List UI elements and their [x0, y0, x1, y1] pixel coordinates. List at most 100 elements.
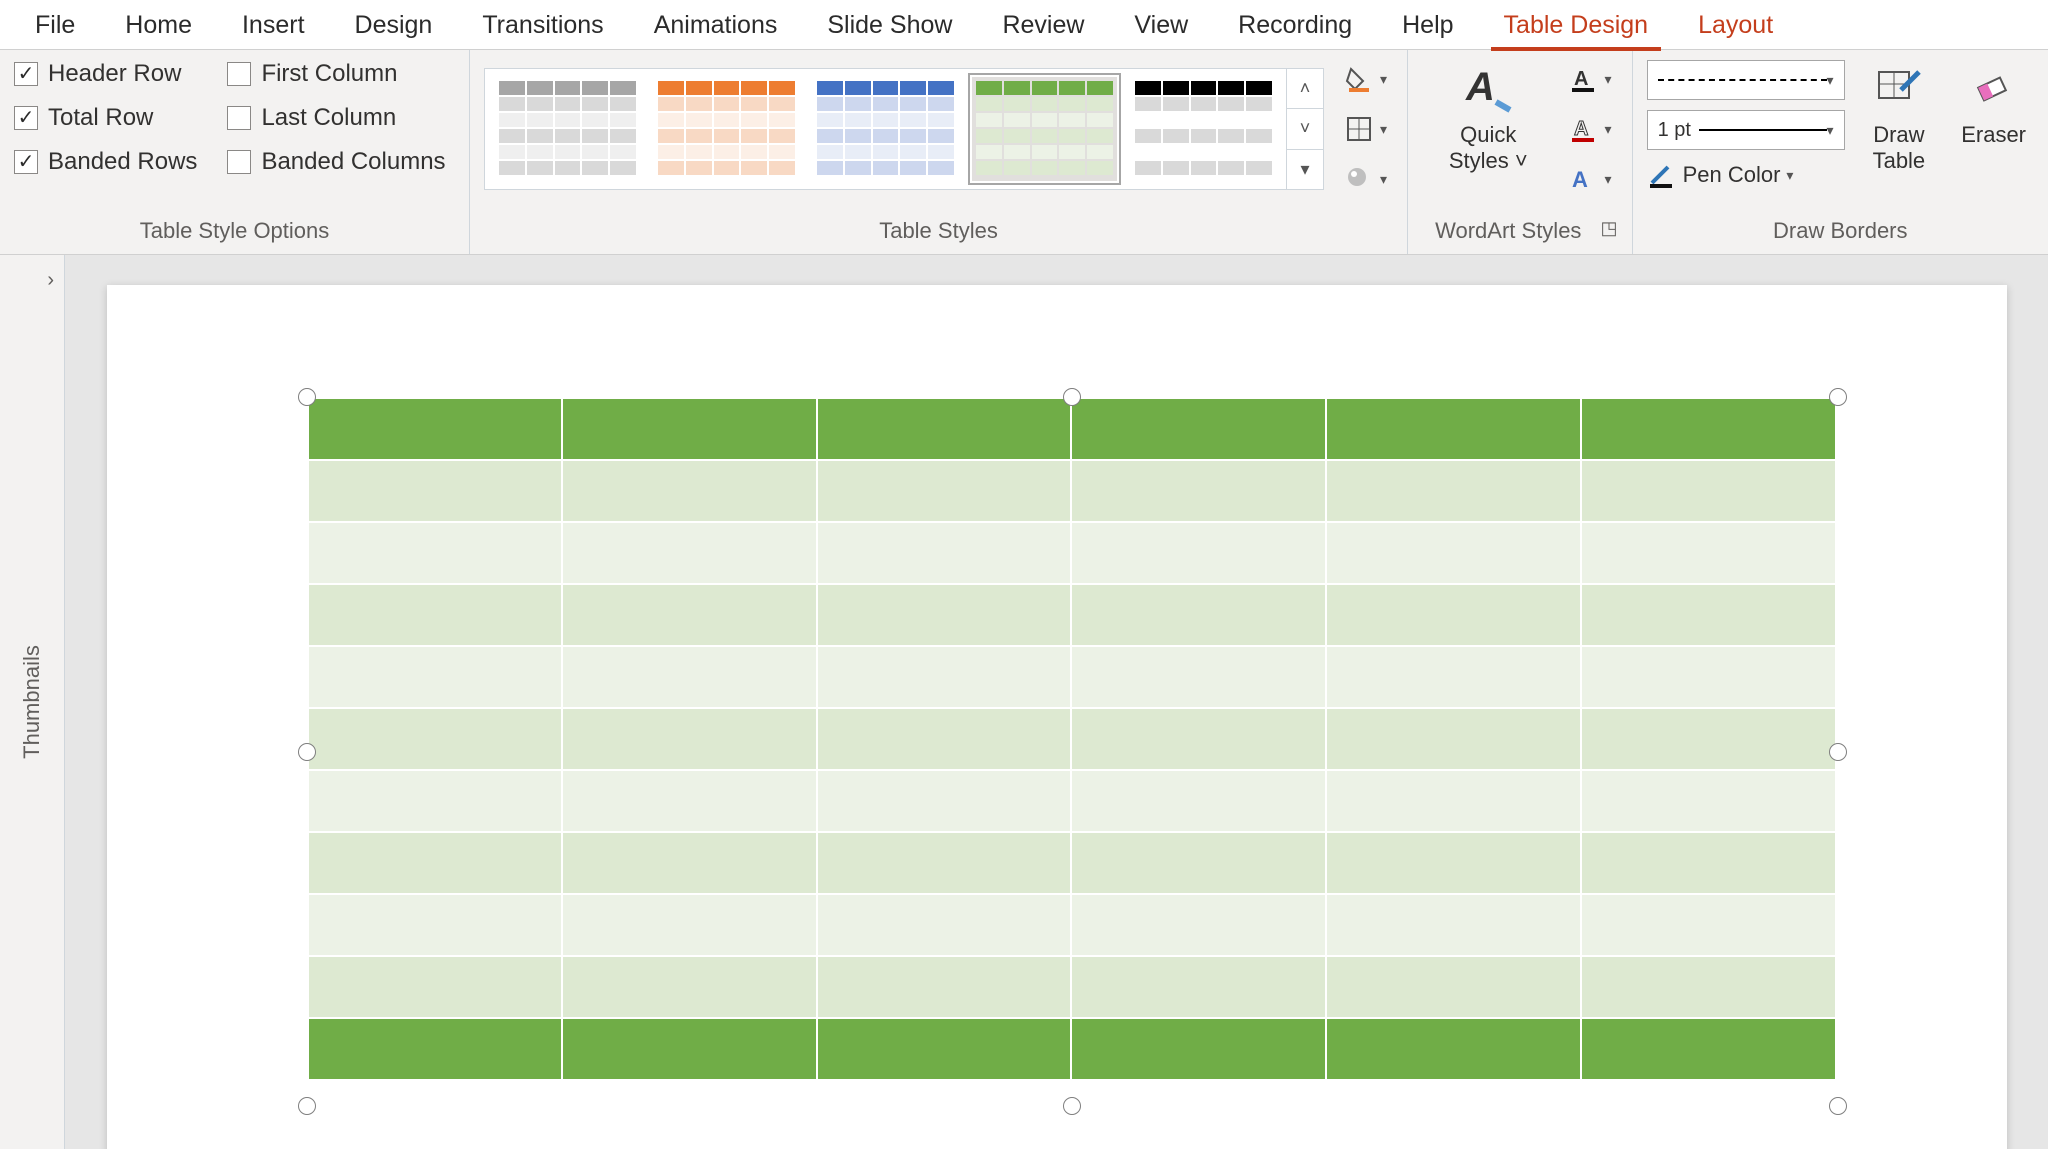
table-style-preset-3[interactable] — [972, 77, 1117, 181]
table-cell[interactable] — [308, 956, 563, 1018]
chk-banded-rows[interactable]: Banded Rows — [14, 148, 197, 176]
table-row[interactable] — [308, 460, 1836, 522]
table-cell[interactable] — [1326, 646, 1581, 708]
table-style-preset-0[interactable] — [495, 77, 640, 181]
table-row[interactable] — [308, 522, 1836, 584]
table-cell[interactable] — [1326, 460, 1581, 522]
table-cell[interactable] — [1071, 522, 1326, 584]
table-cell[interactable] — [1581, 832, 1836, 894]
quick-styles-button[interactable]: A Quick Styles ˅ — [1422, 60, 1555, 175]
table-cell[interactable] — [1581, 584, 1836, 646]
tab-help[interactable]: Help — [1377, 0, 1478, 50]
tab-home[interactable]: Home — [100, 0, 217, 50]
tab-review[interactable]: Review — [977, 0, 1109, 50]
table-cell[interactable] — [1326, 832, 1581, 894]
resize-handle-nw[interactable] — [298, 388, 316, 406]
table-cell[interactable] — [1071, 398, 1326, 460]
slide-canvas[interactable] — [65, 255, 2048, 1149]
table-cell[interactable] — [1326, 522, 1581, 584]
table-cell[interactable] — [1326, 708, 1581, 770]
shading-button[interactable]: ▾ — [1338, 60, 1393, 98]
table-cell[interactable] — [1581, 770, 1836, 832]
tab-design[interactable]: Design — [330, 0, 458, 50]
table-cell[interactable] — [308, 1018, 563, 1080]
table-cell[interactable] — [1581, 894, 1836, 956]
text-outline-button[interactable]: A ▾ — [1563, 110, 1618, 148]
tab-layout[interactable]: Layout — [1673, 0, 1798, 50]
table-cell[interactable] — [817, 894, 1072, 956]
table-row[interactable] — [308, 398, 1836, 460]
table-cell[interactable] — [817, 1018, 1072, 1080]
table-cell[interactable] — [562, 398, 817, 460]
table-cell[interactable] — [308, 708, 563, 770]
tab-recording[interactable]: Recording — [1213, 0, 1377, 50]
table-cell[interactable] — [562, 708, 817, 770]
table-cell[interactable] — [308, 646, 563, 708]
chk-header-row[interactable]: Header Row — [14, 60, 197, 88]
slide-table[interactable] — [307, 397, 1837, 1081]
tab-transitions[interactable]: Transitions — [457, 0, 628, 50]
table-row[interactable] — [308, 894, 1836, 956]
gallery-scroll-down[interactable]: ˅ — [1287, 109, 1323, 149]
table-cell[interactable] — [562, 1018, 817, 1080]
table-row[interactable] — [308, 646, 1836, 708]
table-cell[interactable] — [308, 832, 563, 894]
tab-insert[interactable]: Insert — [217, 0, 330, 50]
tab-table-design[interactable]: Table Design — [1479, 0, 1674, 50]
table-cell[interactable] — [1326, 584, 1581, 646]
table-cell[interactable] — [1581, 1018, 1836, 1080]
pen-style-combo[interactable]: ▾ — [1647, 60, 1845, 100]
table-cell[interactable] — [817, 460, 1072, 522]
tab-file[interactable]: File — [10, 0, 100, 50]
table-cell[interactable] — [562, 832, 817, 894]
table-row[interactable] — [308, 584, 1836, 646]
table-cell[interactable] — [817, 584, 1072, 646]
chk-banded-columns[interactable]: Banded Columns — [227, 148, 445, 176]
table-cell[interactable] — [562, 770, 817, 832]
table-cell[interactable] — [1326, 894, 1581, 956]
gallery-scroll-up[interactable]: ˄ — [1287, 69, 1323, 109]
resize-handle-sw[interactable] — [298, 1097, 316, 1115]
table-cell[interactable] — [562, 460, 817, 522]
table-cell[interactable] — [308, 584, 563, 646]
table-cell[interactable] — [1326, 398, 1581, 460]
slide[interactable] — [107, 285, 2007, 1149]
tab-animations[interactable]: Animations — [629, 0, 803, 50]
text-fill-button[interactable]: A ▾ — [1563, 60, 1618, 98]
table-cell[interactable] — [1581, 460, 1836, 522]
table-cell[interactable] — [817, 832, 1072, 894]
table-cell[interactable] — [1071, 646, 1326, 708]
resize-handle-n[interactable] — [1063, 388, 1081, 406]
pen-color-button[interactable]: Pen Color ▾ — [1647, 160, 1845, 190]
table-cell[interactable] — [1071, 584, 1326, 646]
resize-handle-s[interactable] — [1063, 1097, 1081, 1115]
table-row[interactable] — [308, 956, 1836, 1018]
table-cell[interactable] — [308, 894, 563, 956]
table-cell[interactable] — [817, 708, 1072, 770]
resize-handle-ne[interactable] — [1829, 388, 1847, 406]
table-cell[interactable] — [1071, 708, 1326, 770]
table-row[interactable] — [308, 832, 1836, 894]
resize-handle-w[interactable] — [298, 743, 316, 761]
resize-handle-se[interactable] — [1829, 1097, 1847, 1115]
table-cell[interactable] — [817, 770, 1072, 832]
dialog-launcher-icon[interactable]: ◳ — [1601, 218, 1618, 239]
table-cell[interactable] — [308, 770, 563, 832]
table-cell[interactable] — [1581, 646, 1836, 708]
table-cell[interactable] — [1071, 956, 1326, 1018]
draw-table-button[interactable]: Draw Table — [1861, 60, 1938, 175]
table-cell[interactable] — [817, 522, 1072, 584]
table-style-preset-4[interactable] — [1131, 77, 1276, 181]
table-cell[interactable] — [562, 646, 817, 708]
pen-weight-combo[interactable]: 1 pt ▾ — [1647, 110, 1845, 150]
borders-button[interactable]: ▾ — [1338, 110, 1393, 148]
chk-total-row[interactable]: Total Row — [14, 104, 197, 132]
table-cell[interactable] — [1071, 1018, 1326, 1080]
table-cell[interactable] — [562, 522, 817, 584]
table-cell[interactable] — [562, 956, 817, 1018]
table-cell[interactable] — [308, 522, 563, 584]
table-cell[interactable] — [817, 646, 1072, 708]
resize-handle-e[interactable] — [1829, 743, 1847, 761]
table-cell[interactable] — [1071, 832, 1326, 894]
chk-last-column[interactable]: Last Column — [227, 104, 445, 132]
